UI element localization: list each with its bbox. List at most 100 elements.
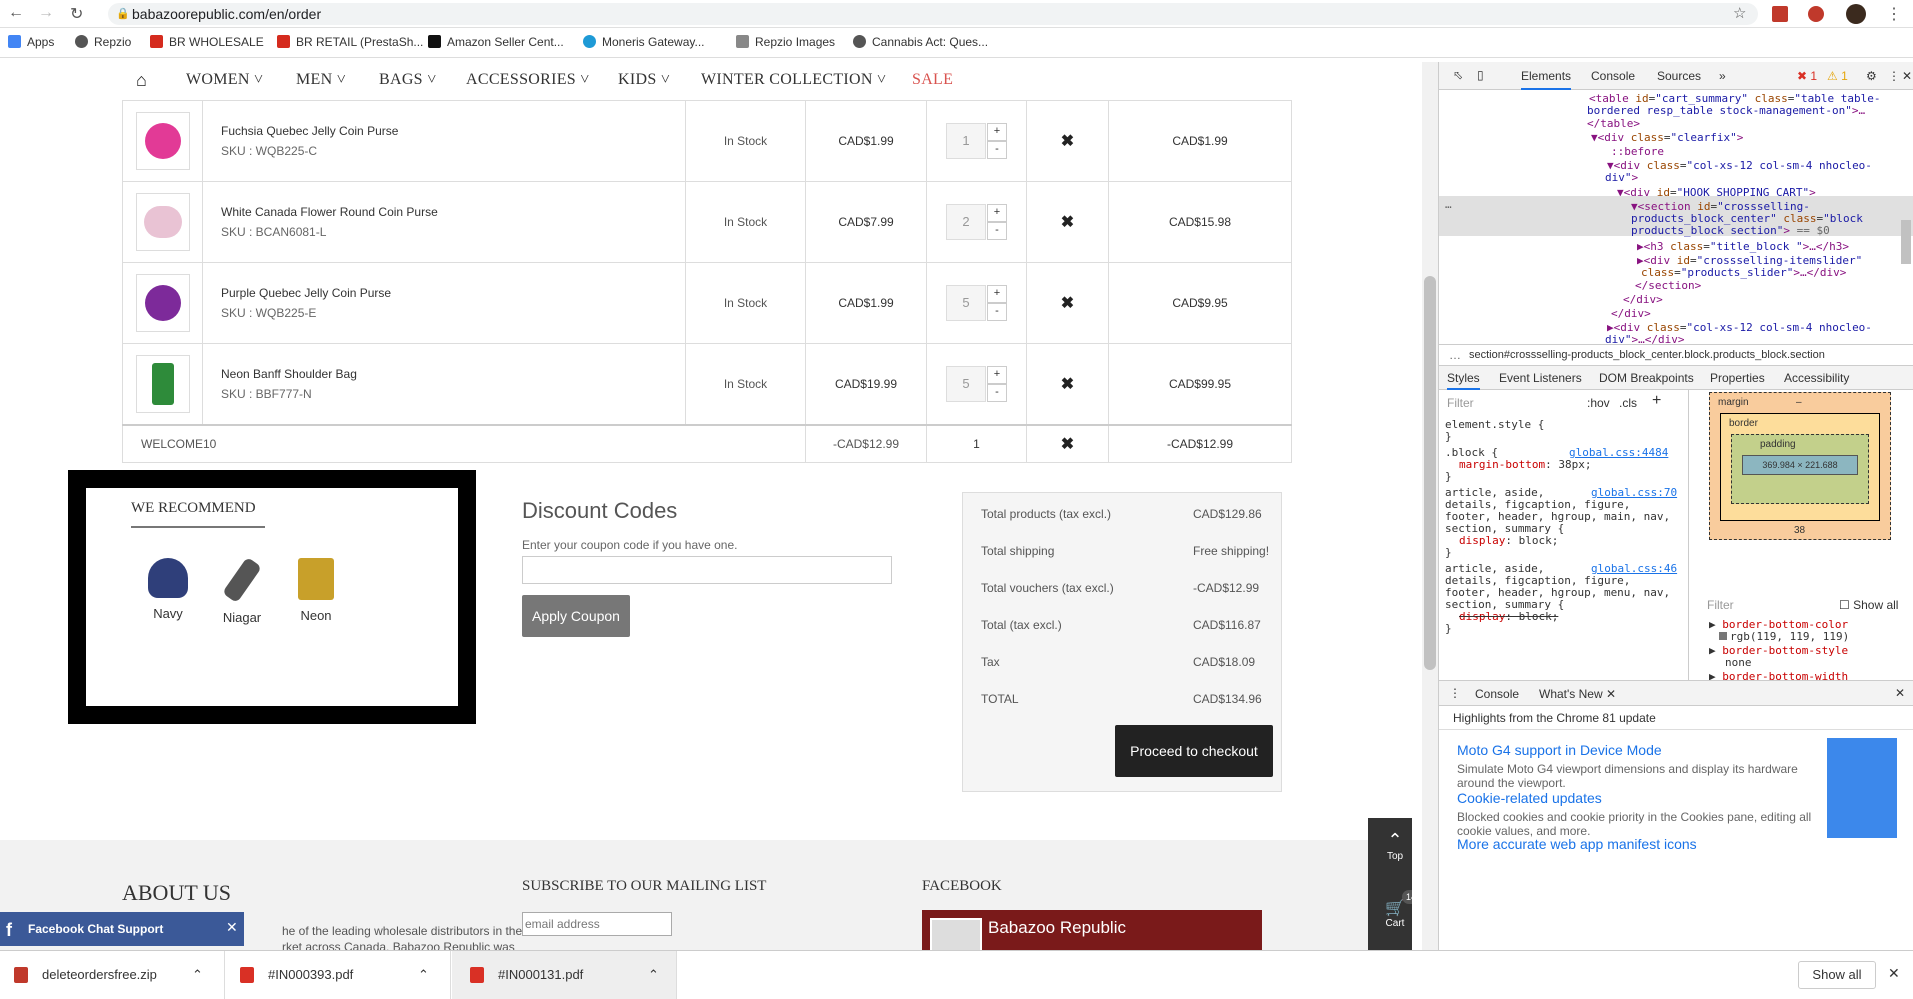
reload-icon[interactable]: ↻ bbox=[70, 4, 83, 24]
coupon-input[interactable] bbox=[522, 556, 892, 584]
product-name[interactable]: Purple Quebec Jelly Coin Purse bbox=[221, 286, 685, 300]
dom-node[interactable]: </div> bbox=[1611, 307, 1651, 320]
nav-women[interactable]: WOMEN ˅ bbox=[186, 71, 263, 89]
nav-winter-collection[interactable]: WINTER COLLECTION ˅ bbox=[701, 71, 886, 89]
bookmark-repzio[interactable]: Repzio bbox=[75, 35, 131, 49]
dom-node[interactable]: class="products_slider">…</div> bbox=[1641, 266, 1846, 279]
cls-toggle[interactable]: .cls bbox=[1619, 396, 1637, 410]
quantity-input[interactable]: 5 bbox=[946, 365, 986, 402]
delete-icon[interactable]: ✖ bbox=[1061, 295, 1074, 312]
tab-elements[interactable]: Elements bbox=[1521, 69, 1572, 90]
forward-icon[interactable]: → bbox=[38, 4, 54, 22]
computed-filter-input[interactable]: Filter bbox=[1707, 598, 1734, 612]
device-toolbar-icon[interactable]: ▯ bbox=[1477, 68, 1484, 82]
settings-icon[interactable]: ⚙ bbox=[1866, 69, 1877, 83]
product-image[interactable] bbox=[135, 193, 190, 251]
tab-sources[interactable]: Sources bbox=[1657, 69, 1701, 83]
qty-minus-icon[interactable]: - bbox=[987, 222, 1007, 240]
delete-voucher-icon[interactable]: ✖ bbox=[1061, 436, 1074, 453]
breadcrumb-selector[interactable]: section#crossselling-products_block_cent… bbox=[1469, 349, 1825, 361]
bookmark-amazon[interactable]: Amazon Seller Cent... bbox=[428, 35, 564, 49]
cart-button[interactable]: 14 🛒 Cart bbox=[1368, 884, 1412, 950]
tab-dom-breakpoints[interactable]: DOM Breakpoints bbox=[1599, 371, 1694, 385]
chevron-up-icon[interactable]: ⌃ bbox=[418, 951, 429, 999]
boxmodel-padding[interactable]: padding 369.984 × 221.688 bbox=[1731, 434, 1869, 504]
style-declaration[interactable]: display: block; bbox=[1459, 610, 1558, 623]
page-scrollbar[interactable] bbox=[1422, 62, 1438, 950]
bookmark-cannabis-act[interactable]: Cannabis Act: Ques... bbox=[853, 35, 988, 49]
nav-kids[interactable]: KIDS ˅ bbox=[618, 71, 670, 89]
dom-node[interactable]: bordered resp_table stock-management-on"… bbox=[1587, 104, 1865, 117]
dom-node[interactable]: ▼<div class="clearfix"> bbox=[1591, 131, 1743, 144]
dom-node[interactable]: </section> bbox=[1635, 279, 1701, 292]
product-image[interactable] bbox=[135, 274, 190, 332]
quantity-input[interactable]: 5 bbox=[946, 285, 986, 321]
scrollbar-thumb[interactable] bbox=[1424, 276, 1436, 670]
proceed-to-checkout-button[interactable]: Proceed to checkout bbox=[1115, 725, 1273, 777]
delete-icon[interactable]: ✖ bbox=[1061, 214, 1074, 231]
show-all-downloads-button[interactable]: Show all bbox=[1798, 961, 1876, 989]
bookmark-br-retail[interactable]: BR RETAIL (PrestaSh... bbox=[277, 35, 423, 49]
recommend-item[interactable]: Niagar bbox=[212, 556, 272, 625]
delete-icon[interactable]: ✖ bbox=[1061, 133, 1074, 150]
download-item[interactable]: deleteordersfree.zip ⌃ bbox=[0, 951, 225, 999]
news-item[interactable]: More accurate web app manifest icons bbox=[1457, 836, 1827, 852]
style-declaration[interactable]: display: block; bbox=[1459, 534, 1558, 547]
hov-toggle[interactable]: :hov bbox=[1587, 396, 1610, 410]
pdf-extension-icon[interactable] bbox=[1772, 6, 1788, 22]
qty-minus-icon[interactable]: - bbox=[987, 141, 1007, 159]
close-icon[interactable]: ✕ bbox=[1895, 686, 1905, 700]
recommend-item-label[interactable]: Navy bbox=[138, 606, 198, 621]
dom-node[interactable]: </table> bbox=[1587, 117, 1640, 130]
qty-plus-icon[interactable]: + bbox=[987, 365, 1007, 384]
star-icon[interactable]: ☆ bbox=[1733, 4, 1746, 22]
menu-icon[interactable]: ⋮ bbox=[1886, 4, 1902, 24]
address-bar[interactable]: 🔒 babazoorepublic.com/en/order bbox=[108, 3, 1758, 25]
adblock-extension-icon[interactable] bbox=[1808, 6, 1824, 22]
top-button[interactable]: ⌃ Top bbox=[1368, 818, 1412, 884]
qty-minus-icon[interactable]: - bbox=[987, 303, 1007, 321]
recommend-item-label[interactable]: Neon bbox=[286, 608, 346, 623]
nav-bags[interactable]: BAGS ˅ bbox=[379, 71, 437, 89]
tab-event-listeners[interactable]: Event Listeners bbox=[1499, 371, 1582, 385]
download-item[interactable]: #IN000131.pdf ⌃ bbox=[452, 951, 677, 999]
news-item[interactable]: Moto G4 support in Device Mode Simulate M… bbox=[1457, 742, 1827, 790]
boxmodel-content[interactable]: 369.984 × 221.688 bbox=[1742, 455, 1858, 475]
dom-node[interactable]: </div> bbox=[1623, 293, 1663, 306]
boxmodel-border[interactable]: border padding 369.984 × 221.688 bbox=[1720, 413, 1880, 521]
chevron-up-icon[interactable]: ⌃ bbox=[648, 951, 659, 999]
nav-sale[interactable]: SALE bbox=[912, 71, 953, 89]
facebook-widget[interactable]: Babazoo Republic bbox=[922, 910, 1262, 950]
drawer-tab-console[interactable]: Console bbox=[1475, 687, 1519, 701]
qty-plus-icon[interactable]: + bbox=[987, 204, 1007, 222]
bookmark-br-wholesale[interactable]: BR WHOLESALE bbox=[150, 35, 264, 49]
back-icon[interactable]: ← bbox=[8, 4, 24, 22]
nav-men[interactable]: MEN ˅ bbox=[296, 71, 346, 89]
bookmark-apps[interactable]: Apps bbox=[8, 35, 54, 49]
quantity-input[interactable]: 1 bbox=[946, 123, 986, 159]
dom-node[interactable]: div"> bbox=[1605, 171, 1638, 184]
product-image[interactable] bbox=[135, 354, 190, 413]
recommend-item-label[interactable]: Niagar bbox=[212, 610, 272, 625]
tab-accessibility[interactable]: Accessibility bbox=[1784, 371, 1849, 385]
download-item[interactable]: #IN000393.pdf ⌃ bbox=[226, 951, 451, 999]
product-name[interactable]: Neon Banff Shoulder Bag bbox=[221, 367, 685, 381]
close-icon[interactable]: ✕ bbox=[1888, 965, 1900, 982]
recommend-item[interactable]: Neon bbox=[286, 558, 346, 623]
tab-properties[interactable]: Properties bbox=[1710, 371, 1765, 385]
product-image[interactable] bbox=[135, 112, 190, 170]
nav-accessories[interactable]: ACCESSORIES ˅ bbox=[466, 71, 590, 89]
product-name[interactable]: White Canada Flower Round Coin Purse bbox=[221, 205, 685, 219]
drawer-tab-whats-new[interactable]: What's New ✕ bbox=[1539, 687, 1616, 701]
news-item[interactable]: Cookie-related updates Blocked cookies an… bbox=[1457, 790, 1827, 838]
qty-plus-icon[interactable]: + bbox=[987, 123, 1007, 141]
bookmark-repzio-images[interactable]: Repzio Images bbox=[736, 35, 835, 49]
qty-plus-icon[interactable]: + bbox=[987, 285, 1007, 303]
home-icon[interactable]: ⌂ bbox=[136, 70, 147, 91]
dom-scrollbar-thumb[interactable] bbox=[1901, 220, 1911, 264]
bookmark-moneris[interactable]: Moneris Gateway... bbox=[583, 35, 704, 49]
dom-node[interactable]: products_block section"> == $0 bbox=[1631, 224, 1830, 237]
drawer-menu-icon[interactable]: ⋮ bbox=[1449, 686, 1461, 700]
qty-minus-icon[interactable]: - bbox=[987, 383, 1007, 402]
apply-coupon-button[interactable]: Apply Coupon bbox=[522, 595, 630, 637]
